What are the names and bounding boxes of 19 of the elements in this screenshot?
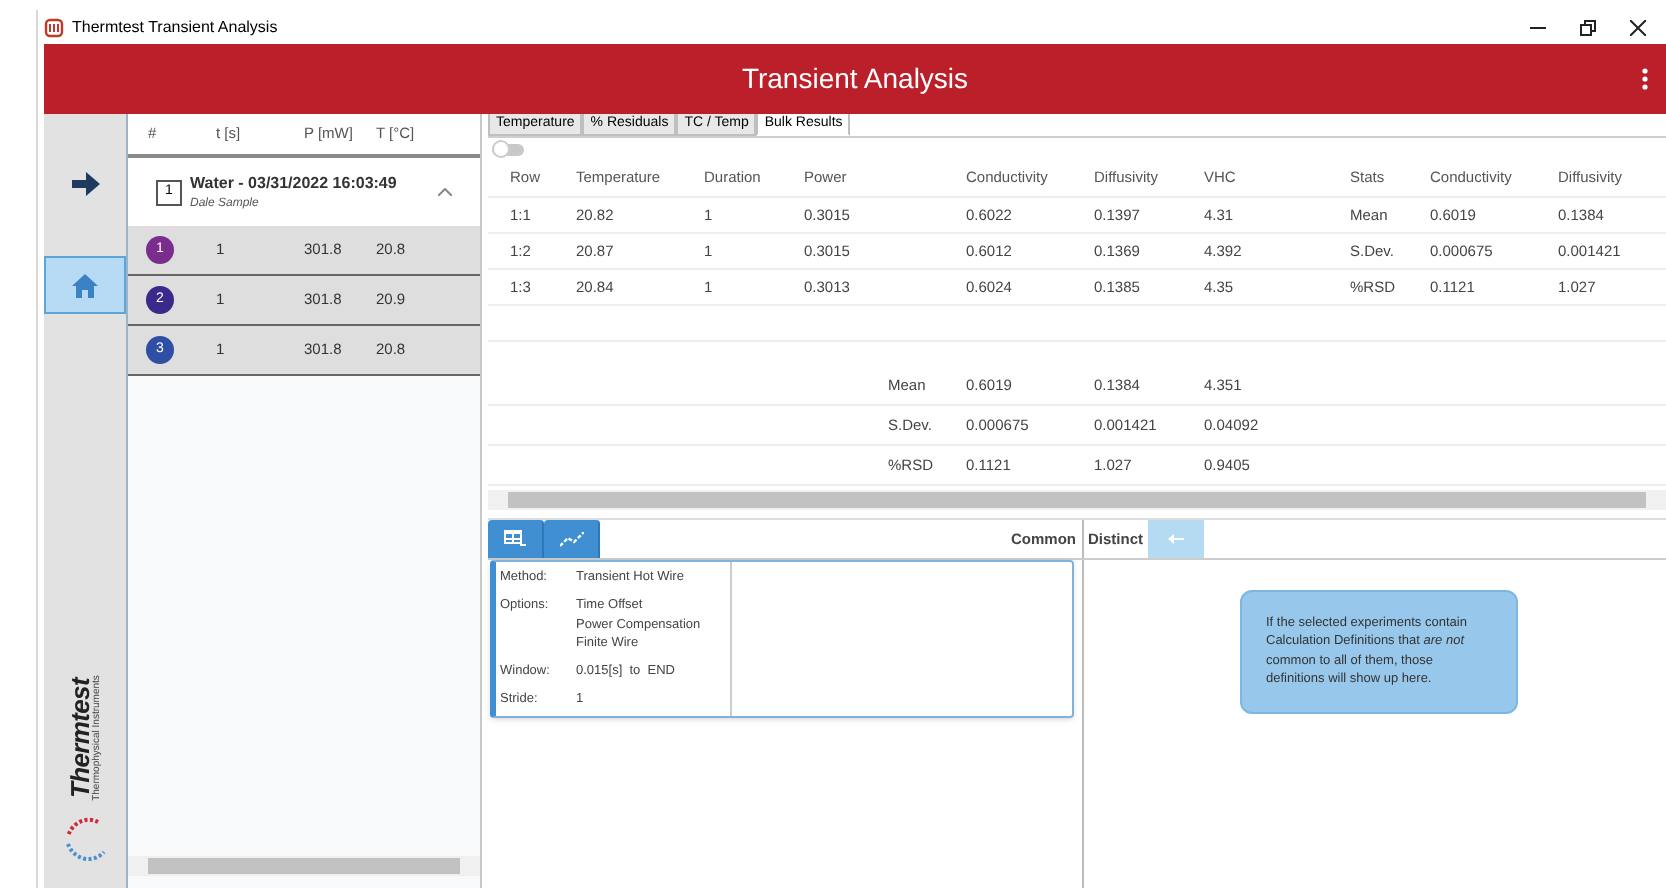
close-icon[interactable] <box>1630 19 1646 35</box>
restore-icon[interactable] <box>1580 19 1596 35</box>
more-menu-icon[interactable] <box>1642 68 1648 90</box>
collapse-icon[interactable] <box>438 188 452 196</box>
arrow-right-icon <box>71 171 99 195</box>
window-title: Thermtest Transient Analysis <box>72 15 278 39</box>
arrow-left-icon <box>1167 534 1184 544</box>
horizontal-scrollbar[interactable] <box>128 856 480 876</box>
toolbar-button[interactable] <box>488 520 544 558</box>
home-icon <box>72 273 98 297</box>
app-logo-icon <box>44 17 64 37</box>
pin-toggle[interactable] <box>492 143 524 155</box>
line-chart-icon <box>559 531 583 547</box>
header-title: Transient Analysis <box>741 60 969 98</box>
horizontal-scrollbar[interactable] <box>488 490 1666 510</box>
logo-wordmark: Thermtest <box>67 678 93 798</box>
group-title: Water - 03/31/2022 16:03:49 <box>190 171 397 195</box>
table-icon <box>504 529 526 549</box>
toolbar-button[interactable] <box>544 520 600 558</box>
